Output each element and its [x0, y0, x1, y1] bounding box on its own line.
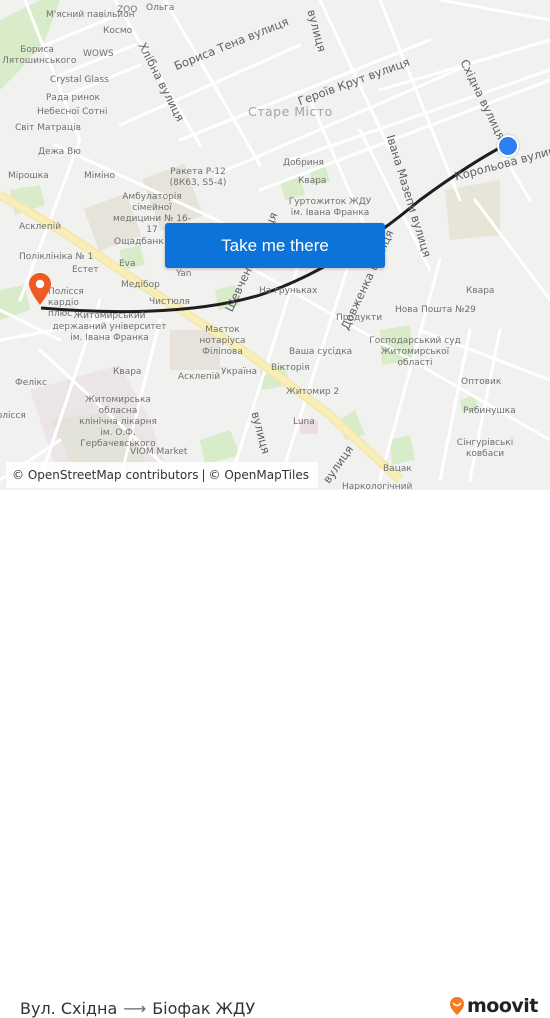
poi-label: Добриня	[283, 158, 324, 168]
origin-marker[interactable]	[497, 135, 519, 157]
poi-label: Медібор	[121, 280, 160, 290]
map-attribution: © OpenStreetMap contributors | © OpenMap…	[6, 462, 318, 488]
poi-label: Маєток нотаріуса Філіпова	[199, 325, 246, 357]
poi-label: Продукти	[336, 313, 383, 323]
moovit-pin-icon	[450, 997, 464, 1015]
openmaptiles-attribution-link[interactable]: © OpenMapTiles	[209, 468, 309, 482]
poi-label: Мірошка	[8, 171, 49, 181]
route-title: Вул. Східна ⟶ Біофак ЖДУ	[20, 999, 255, 1018]
attribution-separator: |	[201, 468, 206, 482]
poi-label: Естет	[72, 265, 99, 275]
poi-label: Полісся	[0, 411, 26, 421]
poi-label: Небесної Сотні	[37, 107, 108, 117]
poi-label: VIOM Market	[130, 447, 188, 457]
poi-label: Вікторія	[271, 363, 310, 373]
footer-bar: Вул. Східна ⟶ Біофак ЖДУ moovit	[0, 490, 550, 1018]
poi-label: Гуртожиток ЖДУ ім. Івана Франка	[288, 197, 372, 218]
poi-label: Асклепій	[19, 222, 62, 232]
poi-label: Ваша сусідка	[289, 347, 353, 357]
poi-label: WOWS	[83, 49, 114, 59]
poi-label: Нова Пошта №29	[395, 305, 476, 315]
district-label: Старе Місто	[248, 104, 333, 119]
poi-label: Поліклініка № 1	[19, 252, 94, 262]
moovit-wordmark: moovit	[467, 995, 538, 1017]
poi-label: Світ Матраців	[15, 123, 81, 133]
poi-label: Житомир 2	[286, 387, 340, 397]
poi-label: Рада ринок	[46, 93, 100, 103]
poi-label: ZOO	[117, 5, 138, 15]
landuse-patch	[445, 180, 500, 240]
origin-name: Вул. Східна	[20, 999, 118, 1018]
poi-label: Чистюля	[149, 297, 190, 307]
poi-label: Космо	[103, 26, 133, 36]
poi-label: Сінгурівські ковбаси	[456, 438, 514, 459]
poi-label: Бориса Лятошинського	[2, 45, 77, 66]
take-me-there-button[interactable]: Take me there	[165, 223, 385, 268]
poi-label: Житомирський державний університет ім. І…	[52, 311, 167, 343]
map-canvas[interactable]: Старе Місто Бориса Тена вулиця Героїв Кр…	[0, 0, 550, 490]
poi-label: Господарський суд Житомирської області	[369, 336, 461, 368]
poi-label: Наркологічний	[342, 482, 413, 490]
poi-label: Luna	[293, 417, 315, 427]
poi-label: Житомирська обласна клінічна лікарня ім.…	[79, 395, 157, 449]
poi-label: Рябинушка	[463, 406, 516, 416]
arrow-right-icon: ⟶	[123, 999, 147, 1018]
poi-label: Україна	[221, 367, 258, 377]
poi-label: Ощадбанк	[114, 237, 164, 247]
osm-attribution-link[interactable]: © OpenStreetMap contributors	[12, 468, 198, 482]
destination-name: Біофак ЖДУ	[152, 999, 256, 1018]
poi-label: Вацак	[383, 464, 412, 474]
poi-label: Дежа Вю	[38, 147, 81, 157]
poi-label: Квара	[113, 367, 142, 377]
poi-label: Eva	[119, 259, 136, 269]
poi-label: Ракета Р-12 (8К63, S5-4)	[169, 167, 227, 188]
poi-label: Ольга	[146, 3, 175, 13]
poi-label: Асклепій	[178, 372, 221, 382]
poi-label: Квара	[466, 286, 495, 296]
poi-label: Yan	[176, 269, 192, 279]
poi-label: Crystal Glass	[50, 75, 109, 85]
destination-pin-icon[interactable]	[28, 272, 52, 311]
moovit-logo[interactable]: moovit	[449, 995, 538, 1017]
poi-label: Квара	[298, 176, 327, 186]
poi-label: Оптовик	[461, 377, 502, 387]
poi-label: На грyньках	[259, 286, 318, 296]
poi-label: Мімінo	[84, 171, 115, 181]
poi-label: Фелікс	[15, 378, 47, 388]
